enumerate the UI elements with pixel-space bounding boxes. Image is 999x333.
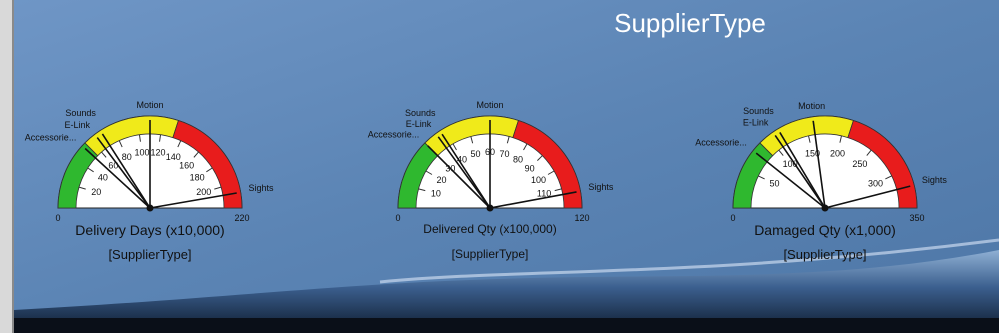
gauge-tick-label: 10 xyxy=(431,189,441,199)
gauge-tick-label: 60 xyxy=(108,161,118,171)
gauge-tick-label: 20 xyxy=(436,175,446,185)
gauge-tick-label: 20 xyxy=(91,187,101,197)
gauge-needle-label: E-Link xyxy=(65,120,91,130)
gauge-tick-label: 70 xyxy=(499,149,509,159)
gauge-tick-label: 90 xyxy=(525,163,535,173)
gauge-label: Delivered Qty (x100,000) xyxy=(423,222,557,236)
dashboard-panel: SupplierType 20 40 60 80 100 120 140 160 180 200 0… xyxy=(0,0,999,333)
gauge-needle-label: Motion xyxy=(136,100,163,110)
gauge-tick-label: 300 xyxy=(868,179,883,189)
gauge-tick-label: 200 xyxy=(196,187,211,197)
gauge-needle-label: E-Link xyxy=(743,118,769,128)
gauge-tick-label: 180 xyxy=(190,173,205,183)
gauge-tick-label: 250 xyxy=(852,159,867,169)
gauge-tick-label: 200 xyxy=(830,148,845,158)
gauge-hub xyxy=(821,204,829,212)
gauge-tick-label: 50 xyxy=(770,179,780,189)
gauge-needle-label: Motion xyxy=(798,101,825,111)
gauge-needle-label: Sights xyxy=(588,182,614,192)
gauge-hub xyxy=(146,204,154,212)
gauge-tick-label: 100 xyxy=(135,148,150,158)
gauge-needle-label: Motion xyxy=(476,100,503,110)
gauge-delivered-qty: 1020304050607080901001100120Accessorie..… xyxy=(368,96,614,276)
gauge-needle-label: Sights xyxy=(249,183,275,193)
gauge-label: Damaged Qty (x1,000) xyxy=(754,222,896,238)
gauge-tick-label: 100 xyxy=(531,175,546,185)
gauge-damaged-qty: 50 100 150 200 250 300 0 350 Accessorie... E-Link… xyxy=(695,96,948,276)
gauge-sublabel: [SupplierType] xyxy=(783,247,867,262)
gauge-hub xyxy=(486,204,494,212)
gauge-needle-label: Sounds xyxy=(405,108,436,118)
page-title: SupplierType xyxy=(614,8,766,38)
gauge-needle-label: Accessorie... xyxy=(695,138,747,148)
gauge-tick-label: 80 xyxy=(122,152,132,162)
gauge-tick-label: 40 xyxy=(98,173,108,183)
gauge-sublabel: [SupplierType] xyxy=(451,247,529,261)
gauge-needle-label: Accessorie... xyxy=(368,129,420,139)
gauge-tick-label: 80 xyxy=(513,155,523,165)
gauge-tick-label: 160 xyxy=(179,161,194,171)
gauge-needle-label: E-Link xyxy=(406,119,432,129)
gauge-sublabel: [SupplierType] xyxy=(108,247,192,262)
gauge-needle-label: Sounds xyxy=(65,108,96,118)
gauge-needle-label: Accessorie... xyxy=(25,132,77,142)
gauge-tick-label: 120 xyxy=(150,148,165,158)
gauge-needle-label: Sights xyxy=(922,175,948,185)
gauge-label: Delivery Days (x10,000) xyxy=(75,222,225,238)
gauge-delivery-days: 20 40 60 80 100 120 140 160 180 200 0 220 Accessorie… xyxy=(25,96,274,276)
gauge-needle-label: Sounds xyxy=(743,106,774,116)
gauge-tick-label: 50 xyxy=(470,149,480,159)
